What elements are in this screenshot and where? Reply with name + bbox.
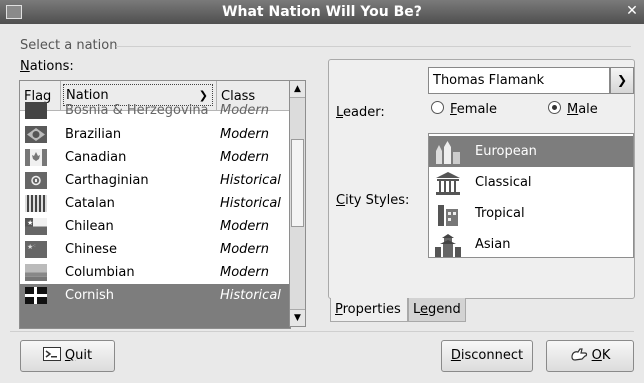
canadian-flag-icon <box>25 149 47 166</box>
svg-text:·:: ·: <box>33 243 36 248</box>
chinese-flag-icon: ★ ·: <box>25 241 47 258</box>
group-divider <box>116 46 631 47</box>
classical-city-icon <box>436 172 460 195</box>
tab-properties[interactable]: Properties <box>330 298 408 322</box>
european-city-icon <box>436 141 460 164</box>
leader-label: Leader: <box>336 105 385 120</box>
table-row[interactable]: Canadian Modern <box>20 146 290 169</box>
group-label: Select a nation <box>20 38 118 53</box>
carthaginian-flag-icon <box>25 172 47 189</box>
quit-button[interactable]: Quit <box>20 340 115 372</box>
scroll-thumb[interactable] <box>291 139 304 227</box>
city-style-item[interactable]: European <box>429 136 633 167</box>
female-radio[interactable]: Female <box>431 101 497 117</box>
ok-hand-icon <box>571 348 587 361</box>
scroll-up-icon[interactable]: ▲ <box>290 81 305 98</box>
close-icon[interactable]: ✕ <box>624 3 640 19</box>
title-bar: What Nation Will You Be? ✕ <box>0 0 644 24</box>
svg-text:★: ★ <box>27 219 33 227</box>
city-style-item[interactable]: Asian <box>429 229 633 257</box>
brazilian-flag-icon <box>25 126 47 143</box>
nation-list[interactable]: Flag Nation ❯ Class Bosnia & Herzegovina … <box>19 80 291 329</box>
ok-button[interactable]: OK <box>546 340 634 372</box>
table-row-selected[interactable]: Cornish Historical <box>20 284 290 328</box>
chevron-down-icon[interactable]: ❯ <box>610 67 634 94</box>
city-styles-label: City Styles: <box>336 193 410 208</box>
table-row[interactable]: Brazilian Modern <box>20 123 290 146</box>
radio-on-icon <box>548 101 561 114</box>
catalan-flag-icon <box>25 195 47 212</box>
bosnian-flag-icon <box>25 102 47 119</box>
leader-combobox[interactable]: Thomas Flamank <box>428 67 610 94</box>
table-row[interactable]: ★ ·: Chinese Modern <box>20 238 290 261</box>
male-radio[interactable]: Male <box>548 101 598 117</box>
quit-icon <box>42 347 61 361</box>
table-row[interactable]: ★ Chilean Modern <box>20 215 290 238</box>
columbian-flag-icon <box>25 264 47 281</box>
chilean-flag-icon: ★ <box>25 218 47 235</box>
city-style-item[interactable]: Classical <box>429 167 633 198</box>
nations-label: Nations: <box>20 59 74 74</box>
table-row[interactable]: Columbian Modern <box>20 261 290 284</box>
asian-city-icon <box>435 234 461 257</box>
cornish-flag-icon <box>25 287 47 304</box>
city-styles-list[interactable]: European Classical Tropical Asian <box>428 133 634 258</box>
tropical-city-icon <box>438 205 458 226</box>
button-divider <box>10 331 634 332</box>
table-row[interactable]: Catalan Historical <box>20 192 290 215</box>
tab-legend[interactable]: Legend <box>408 298 466 322</box>
disconnect-button[interactable]: Disconnect <box>441 340 533 372</box>
window-title: What Nation Will You Be? <box>222 4 422 20</box>
nation-list-scrollbar[interactable]: ▲ ▼ <box>289 80 306 327</box>
table-row[interactable]: Carthaginian Historical <box>20 169 290 192</box>
table-row[interactable]: Bosnia & Herzegovina Modern <box>20 99 290 122</box>
city-style-item[interactable]: Tropical <box>429 198 633 229</box>
radio-off-icon <box>431 101 444 114</box>
scroll-down-icon[interactable]: ▼ <box>290 309 305 326</box>
